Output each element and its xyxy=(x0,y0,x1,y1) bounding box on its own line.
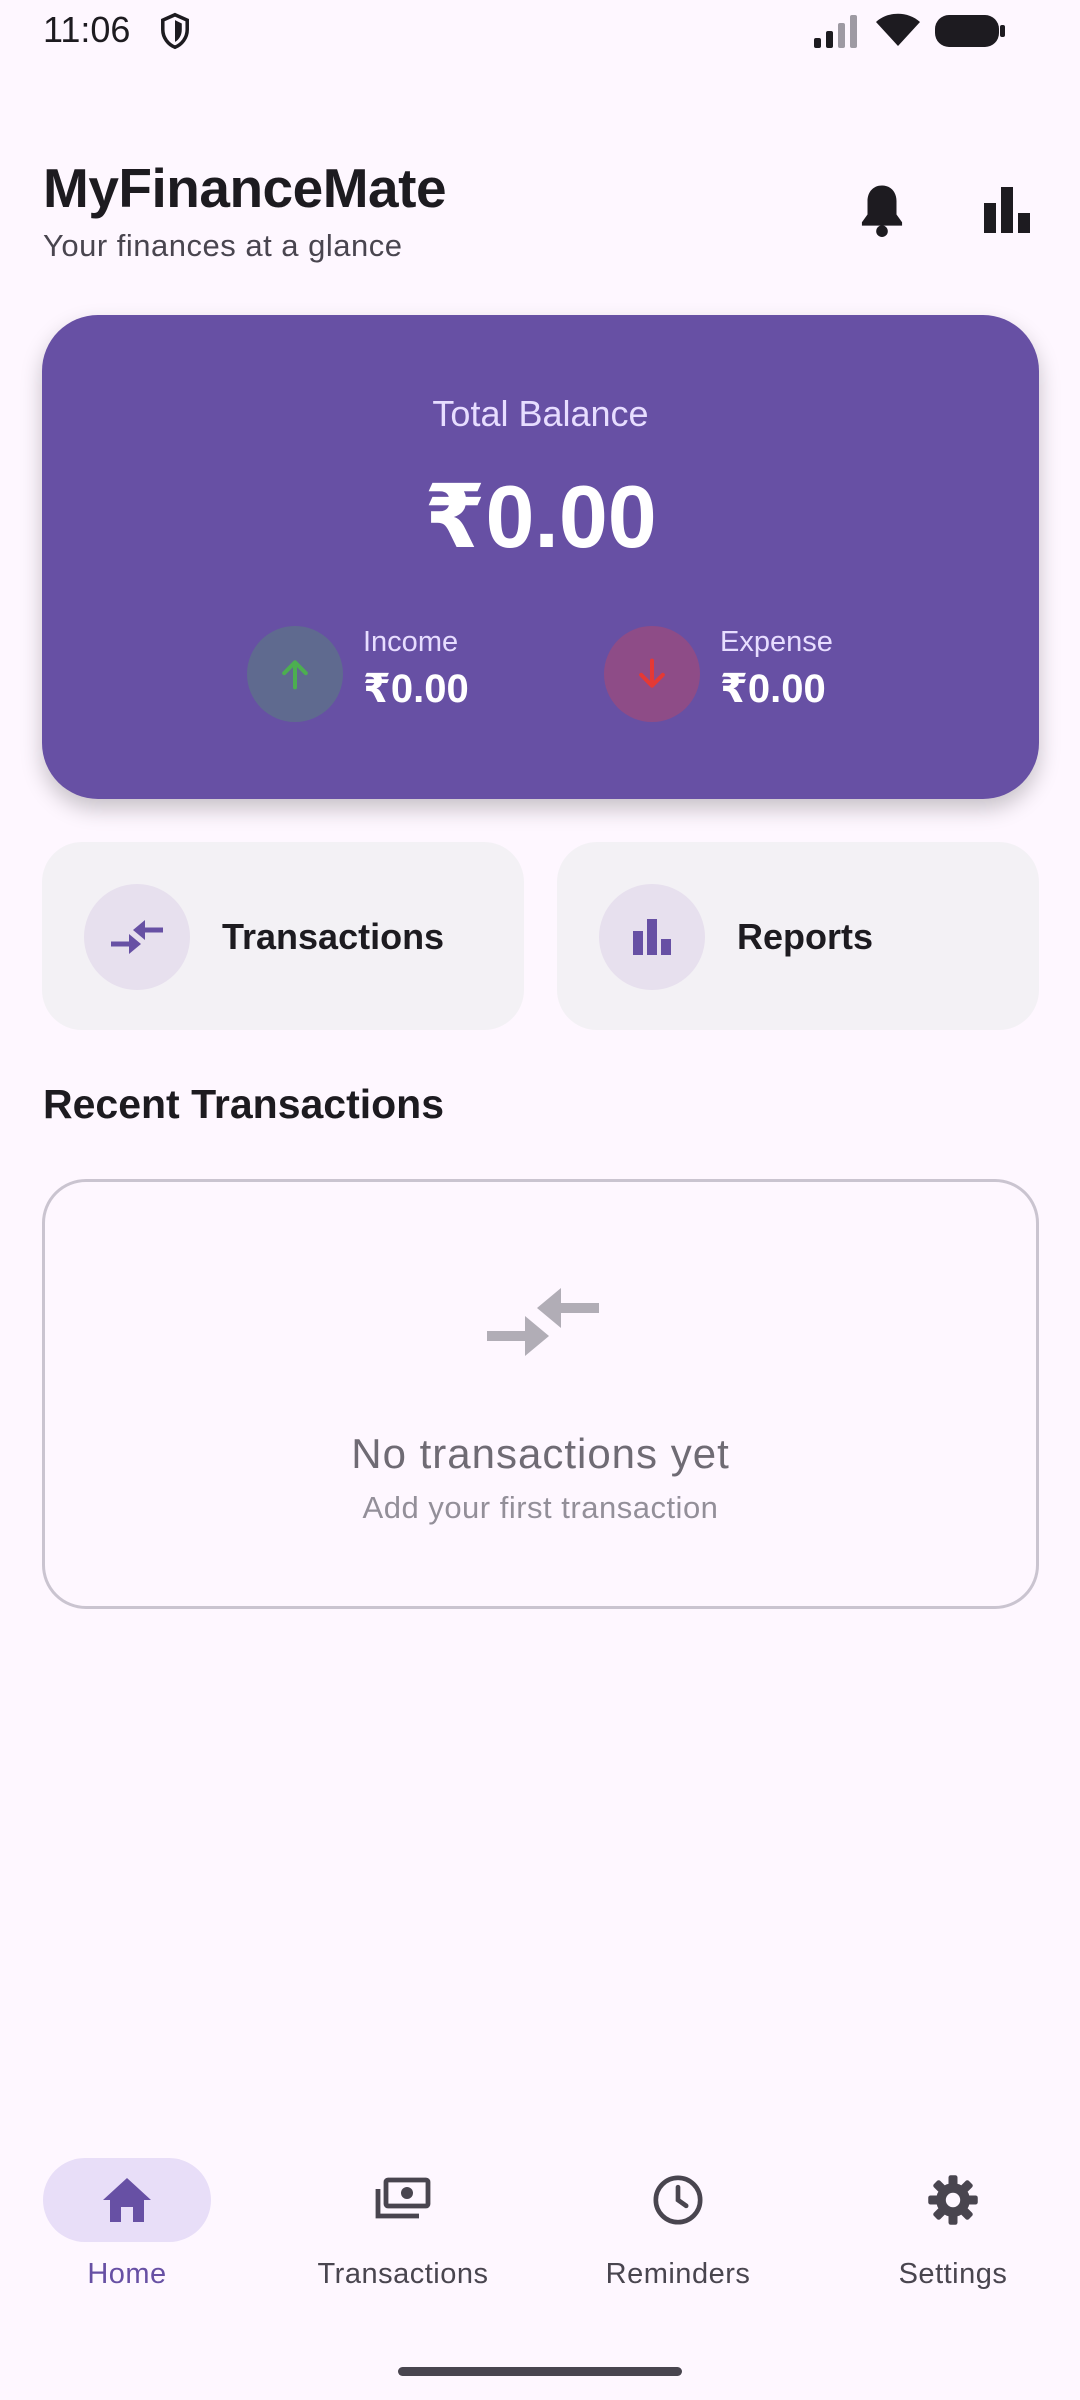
empty-state-title: No transactions yet xyxy=(351,1430,730,1477)
reports-tile-label: Reports xyxy=(737,916,874,957)
nav-item-reminders[interactable]: Reminders xyxy=(558,2158,798,2308)
nav-label-reminders: Reminders xyxy=(605,2258,751,2290)
nav-label-transactions: Transactions xyxy=(317,2258,489,2290)
home-icon xyxy=(103,2178,151,2222)
money-icon xyxy=(375,2177,431,2219)
nav-reminders-indicator xyxy=(594,2158,762,2242)
balance-label: Total Balance xyxy=(432,393,649,434)
app-title: MyFinanceMate xyxy=(43,157,447,219)
nav-settings-indicator xyxy=(869,2158,1037,2242)
shield-icon xyxy=(161,12,189,50)
swap-arrows-icon xyxy=(111,920,163,954)
nav-home-indicator xyxy=(43,2158,211,2242)
reports-header-button[interactable] xyxy=(967,170,1047,250)
transactions-tile-label: Transactions xyxy=(222,916,445,957)
empty-state-subtitle: Add your first transaction xyxy=(362,1490,719,1525)
income-icon-circle xyxy=(247,626,343,722)
expense-label: Expense xyxy=(720,626,833,658)
nav-item-home[interactable]: Home xyxy=(7,2158,247,2308)
nav-transactions-indicator xyxy=(319,2158,487,2242)
app-subtitle: Your finances at a glance xyxy=(43,228,403,263)
balance-card: Total Balance ₹0.00 Income ₹0.00 Expense… xyxy=(42,315,1039,799)
home-screen: 11:06 MyFinanceMate Your finances at a g… xyxy=(0,0,1080,2400)
cell-signal-icon xyxy=(814,15,857,48)
bell-icon xyxy=(861,185,903,237)
nav-item-transactions[interactable]: Transactions xyxy=(283,2158,523,2308)
expense-icon-circle xyxy=(604,626,700,722)
wifi-icon xyxy=(876,13,920,46)
bar-chart-icon xyxy=(633,919,671,955)
arrow-down-icon xyxy=(639,658,665,688)
clock-icon xyxy=(653,2175,703,2225)
transactions-tile[interactable]: Transactions xyxy=(42,842,524,1030)
gesture-home-indicator[interactable] xyxy=(398,2367,682,2376)
gear-icon xyxy=(928,2175,978,2225)
recent-transactions-title: Recent Transactions xyxy=(43,1081,445,1127)
bar-chart-icon xyxy=(984,187,1030,233)
nav-label-settings: Settings xyxy=(898,2258,1008,2290)
income-label: Income xyxy=(363,626,459,658)
nav-label-home: Home xyxy=(87,2258,167,2290)
reports-tile-icon-circle xyxy=(599,884,705,990)
status-bar: 11:06 xyxy=(0,0,1080,62)
income-value: ₹0.00 xyxy=(363,667,469,711)
battery-icon xyxy=(935,15,1005,47)
empty-transactions-card: No transactions yet Add your first trans… xyxy=(42,1179,1039,1609)
balance-value: ₹0.00 xyxy=(424,467,657,566)
status-time: 11:06 xyxy=(43,9,131,50)
expense-value: ₹0.00 xyxy=(720,667,826,711)
reports-tile[interactable]: Reports xyxy=(557,842,1039,1030)
notifications-button[interactable] xyxy=(842,170,922,250)
bottom-navigation: Home Transactions Reminders Settings xyxy=(0,2130,1080,2400)
swap-arrows-icon xyxy=(487,1288,599,1356)
transactions-tile-icon-circle xyxy=(84,884,190,990)
arrow-up-icon xyxy=(282,660,308,690)
nav-item-settings[interactable]: Settings xyxy=(833,2158,1073,2308)
